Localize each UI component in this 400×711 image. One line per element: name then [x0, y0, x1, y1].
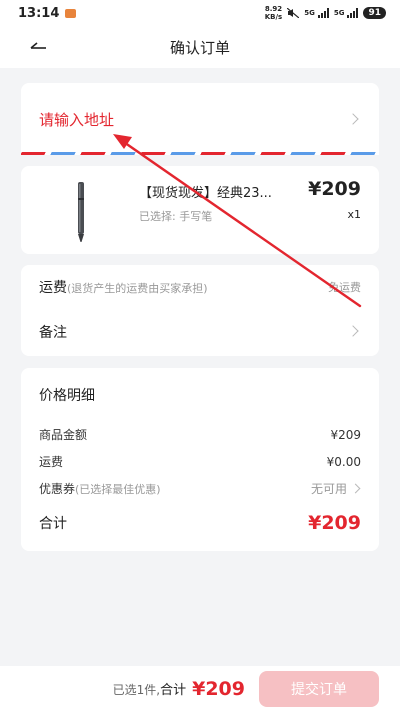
page-header: 确认订单: [0, 26, 400, 68]
page-title: 确认订单: [169, 38, 230, 57]
shipping-row: 运费(退货产生的运费由买家承担) 免运费: [39, 277, 361, 297]
product-price: ¥209: [308, 178, 361, 200]
network-type-2: 5G: [333, 9, 345, 17]
stylus-pen-image: [78, 182, 84, 242]
notification-icon: [65, 8, 77, 18]
chevron-right-icon: [350, 483, 361, 494]
battery-icon: 91: [363, 7, 386, 19]
price-detail-card: 价格明细 商品金额 ¥209 运费 ¥0.00 优惠券(已选择最佳优惠) 无可用…: [21, 368, 379, 551]
chevron-right-icon: [347, 325, 359, 337]
address-stripe-divider: [21, 152, 379, 155]
address-selector[interactable]: 请输入地址: [21, 83, 379, 155]
coupon-label: 优惠券: [39, 482, 76, 496]
freight-row: 运费 ¥0.00: [39, 453, 361, 470]
shipping-value: 免运费: [328, 281, 361, 294]
product-quantity: x1: [347, 208, 361, 221]
clock: 13:14: [18, 5, 60, 21]
product-variant: 已选择: 手写笔: [139, 210, 213, 223]
goods-amount-value: ¥209: [330, 427, 361, 442]
freight-label: 运费: [39, 455, 64, 469]
shipping-hint: (退货产生的运费由买家承担): [67, 282, 208, 295]
signal-icon-2: [347, 8, 359, 18]
coupon-hint: (已选择最佳优惠): [75, 483, 161, 496]
product-name: 【现货现发】经典23...: [139, 186, 272, 201]
coupon-value: 无可用: [310, 482, 347, 496]
bottom-total-label: 合计: [160, 683, 187, 698]
price-detail-title: 价格明细: [39, 388, 95, 404]
submit-order-button[interactable]: 提交订单: [259, 670, 379, 707]
signal-icon: [317, 8, 329, 18]
shipping-label: 运费: [39, 280, 67, 296]
coupon-row[interactable]: 优惠券(已选择最佳优惠) 无可用: [39, 480, 361, 497]
goods-amount-row: 商品金额 ¥209: [39, 426, 361, 443]
status-bar: 13:14 8.92 KB/s 5G 5G 91: [0, 0, 400, 26]
bottom-total-value: ¥209: [192, 677, 245, 700]
shipping-card: 运费(退货产生的运费由买家承担) 免运费 备注: [21, 265, 379, 356]
chevron-right-icon: [347, 113, 359, 125]
total-label: 合计: [39, 516, 67, 532]
freight-value: ¥0.00: [326, 454, 361, 469]
product-card[interactable]: 【现货现发】经典23... ¥209 已选择: 手写笔 x1: [21, 166, 379, 254]
network-type-1: 5G: [304, 9, 315, 17]
note-label: 备注: [39, 325, 67, 341]
net-speed: 8.92 KB/s: [264, 5, 283, 21]
mute-icon: [287, 8, 300, 18]
back-arrow-icon[interactable]: [28, 38, 48, 58]
selected-count: 已选1件,: [112, 683, 161, 697]
total-value: ¥209: [308, 512, 361, 534]
address-placeholder: 请输入地址: [39, 111, 115, 129]
goods-amount-label: 商品金额: [39, 428, 88, 442]
total-row: 合计 ¥209: [39, 512, 361, 534]
bottom-checkout-bar: 已选1件,合计 ¥209 提交订单: [0, 666, 400, 711]
